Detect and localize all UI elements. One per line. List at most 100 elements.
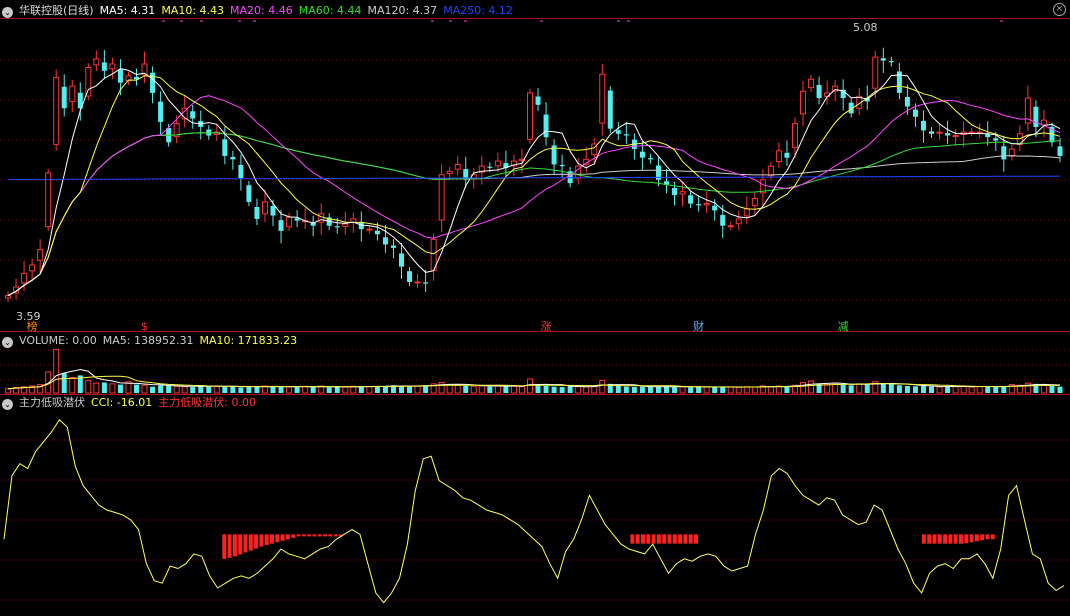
volume-bar-up: [824, 384, 831, 394]
volume-bar-down: [238, 387, 244, 393]
volume-bar-up: [53, 348, 60, 394]
volume-bar-up: [446, 384, 453, 394]
candle-body-up: [976, 131, 983, 134]
volume-bar-down: [664, 386, 669, 393]
candle-body-up: [494, 160, 501, 167]
signal-bar: [232, 534, 237, 557]
candle-body-up: [791, 123, 798, 148]
candle-body-up: [526, 92, 533, 140]
volume-legend-item-1: MA5: 138952.31: [102, 334, 194, 347]
candle-body-down: [912, 109, 918, 117]
volume-bar-up: [414, 385, 421, 394]
signal-bar: [296, 534, 301, 537]
cci-line: [3, 419, 1065, 604]
candle-body-up: [53, 77, 60, 145]
volume-bar-up: [518, 386, 525, 394]
candle-body-down: [1057, 146, 1063, 156]
volume-bar-up: [350, 385, 357, 394]
candle-body-down: [278, 220, 284, 231]
candle-body-up: [5, 295, 12, 299]
candle-body-down: [382, 237, 388, 245]
volume-bar-down: [326, 387, 332, 393]
candle-body-down: [945, 133, 951, 136]
candle-body-down: [101, 62, 107, 71]
candle-body-up: [85, 66, 92, 97]
stock-title: 华联控股(日线): [19, 4, 94, 17]
candle-body-down: [270, 205, 276, 216]
volume-bar-down: [639, 386, 645, 393]
volume-bar-up: [679, 386, 686, 394]
candle-body-down: [61, 86, 67, 109]
candle-body-down: [559, 164, 565, 167]
volume-bar-up: [575, 386, 582, 394]
signal-bar: [291, 534, 296, 538]
high-price-label: 5.08: [853, 21, 878, 34]
candle-body-down: [993, 138, 999, 141]
candle-body-down: [888, 61, 894, 63]
candle-body-down: [294, 218, 300, 221]
signal-bar: [222, 534, 227, 559]
volume-bar-up: [743, 386, 750, 394]
candle-body-down: [246, 185, 252, 202]
volume-bar-up: [213, 385, 220, 394]
chevron-down-icon[interactable]: ⌄: [2, 7, 13, 18]
signal-bar: [932, 534, 937, 544]
indicator-legend-item-0: 主力低吸潜伏: [19, 396, 85, 409]
volume-bar-down: [712, 387, 718, 393]
volume-bar-down: [655, 386, 661, 393]
volume-bar-down: [334, 386, 340, 393]
candle-body-up: [679, 191, 686, 195]
low-price-label: 3.59: [16, 310, 41, 323]
candle-body-down: [423, 282, 429, 284]
signal-bar: [694, 534, 698, 544]
volume-bar-down: [61, 373, 67, 393]
volume-bar-down: [623, 386, 629, 393]
candle-body-down: [407, 271, 413, 282]
volume-bar-down: [688, 387, 694, 393]
candle-body-up: [366, 228, 373, 231]
stock-chart[interactable]: 榜 $ 涨财减: [0, 0, 1070, 613]
ma-legend-item-2: MA20: 4.46: [230, 4, 293, 17]
candle-body-down: [712, 205, 718, 211]
signal-bar: [990, 534, 995, 540]
volume-bar-up: [286, 386, 293, 394]
candle-body-up: [703, 203, 710, 206]
candle-body-down: [334, 226, 340, 228]
signal-bar: [323, 534, 327, 537]
candle-body-down: [929, 131, 934, 134]
chevron-down-icon[interactable]: ⌄: [2, 399, 13, 410]
volume-bar-down: [848, 385, 854, 393]
volume-legend-item-0: VOLUME: 0.00: [19, 334, 97, 347]
signal-bar: [646, 534, 651, 544]
volume-bar-down: [101, 382, 107, 393]
volume-bar-up: [952, 386, 959, 394]
indicator-legend: 主力低吸潜伏 CCI: -16.01 主力低吸潜伏: 0.00: [19, 396, 262, 409]
candle-body-up: [286, 216, 293, 228]
volume-bar-up: [5, 388, 12, 394]
signal-bar: [667, 534, 672, 544]
signal-bar: [312, 534, 317, 537]
volume-bar-down: [294, 386, 300, 393]
volume-bar-down: [784, 386, 790, 393]
volume-bar-down: [920, 385, 926, 393]
volume-bar-down: [720, 386, 726, 393]
signal-bar: [656, 534, 661, 544]
volume-bar-up: [478, 385, 485, 394]
volume-bar-up: [800, 381, 807, 394]
volume-bar-down: [230, 386, 236, 393]
volume-header: ⌄ VOLUME: 0.00 MA5: 138952.31 MA10: 171833.…: [2, 333, 309, 349]
volume-bar-up: [69, 377, 76, 394]
signal-bar: [672, 534, 677, 544]
signal-bar: [964, 534, 969, 544]
volume-bar-down: [551, 386, 557, 393]
volume-bar-up: [856, 383, 863, 394]
volume-bar-up: [751, 386, 758, 394]
close-icon[interactable]: ×: [1053, 3, 1066, 16]
signal-bar: [238, 534, 243, 555]
volume-bar-down: [254, 387, 260, 393]
chevron-down-icon[interactable]: ⌄: [2, 337, 13, 348]
volume-bar-up: [727, 386, 734, 394]
volume-bar-down: [134, 384, 139, 393]
volume-bar-down: [158, 385, 164, 393]
volume-bar-up: [454, 384, 461, 394]
